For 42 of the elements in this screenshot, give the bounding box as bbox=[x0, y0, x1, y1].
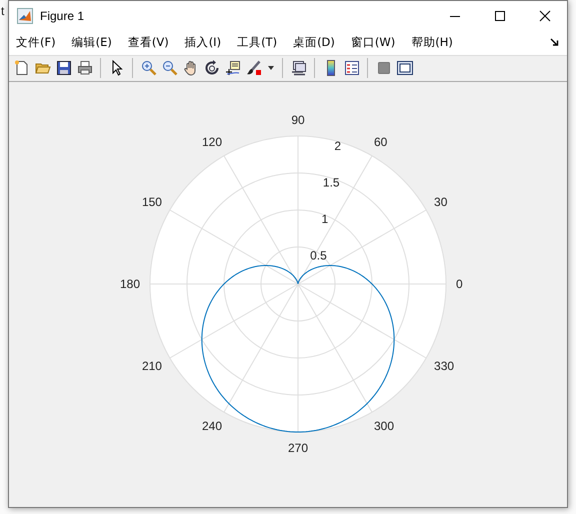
menu-item[interactable]: 插入(I) bbox=[184, 35, 222, 50]
tick-label: 150 bbox=[142, 194, 162, 209]
tick-label: 270 bbox=[288, 440, 308, 455]
square-icon[interactable] bbox=[376, 60, 392, 76]
new-file-icon[interactable] bbox=[14, 60, 30, 76]
menu-item[interactable]: 查看(V) bbox=[128, 35, 169, 50]
tick-label: 1.5 bbox=[322, 176, 340, 190]
brush-icon[interactable] bbox=[246, 60, 262, 76]
legend-icon[interactable] bbox=[344, 60, 360, 76]
maximize-icon[interactable] bbox=[494, 10, 506, 22]
tick-label: 210 bbox=[142, 358, 162, 373]
app-icon bbox=[17, 8, 33, 24]
window-title: Figure 1 bbox=[40, 8, 84, 23]
tick-label: 0 bbox=[456, 276, 463, 291]
printer-icon[interactable] bbox=[76, 60, 92, 76]
zoom-in-icon[interactable] bbox=[140, 60, 156, 76]
menu-item[interactable]: 帮助(H) bbox=[411, 35, 453, 50]
zoom-out-icon[interactable] bbox=[162, 60, 178, 76]
rotate-icon[interactable] bbox=[204, 60, 220, 76]
close-icon[interactable] bbox=[539, 10, 551, 22]
save-icon[interactable] bbox=[56, 60, 72, 76]
tick-label: 0.5 bbox=[310, 248, 327, 263]
tick-label: 2 bbox=[334, 139, 342, 154]
tick-label: 90 bbox=[291, 112, 305, 127]
tick-label: 60 bbox=[374, 134, 388, 149]
menu-item[interactable]: 窗口(W) bbox=[350, 35, 396, 50]
tick-label: 240 bbox=[202, 419, 222, 434]
menu-item[interactable]: 桌面(D) bbox=[293, 35, 335, 50]
menu-item[interactable]: 工具(T) bbox=[237, 35, 278, 50]
background-text: t bbox=[1, 4, 4, 18]
arrow-icon[interactable] bbox=[550, 38, 559, 48]
data-cursor-icon[interactable] bbox=[224, 60, 240, 76]
menu-item[interactable]: 文件(F) bbox=[16, 35, 56, 50]
tick-label: 180 bbox=[120, 276, 140, 291]
window-icon[interactable] bbox=[396, 60, 412, 76]
tick-label: 30 bbox=[434, 194, 448, 209]
tick-label: 330 bbox=[434, 358, 454, 373]
hand-icon[interactable] bbox=[182, 60, 198, 76]
tick-label: 1 bbox=[322, 212, 328, 226]
menu-item[interactable]: 编辑(E) bbox=[72, 35, 112, 50]
tick-label: 300 bbox=[374, 419, 394, 434]
tick-label: 120 bbox=[202, 134, 222, 149]
